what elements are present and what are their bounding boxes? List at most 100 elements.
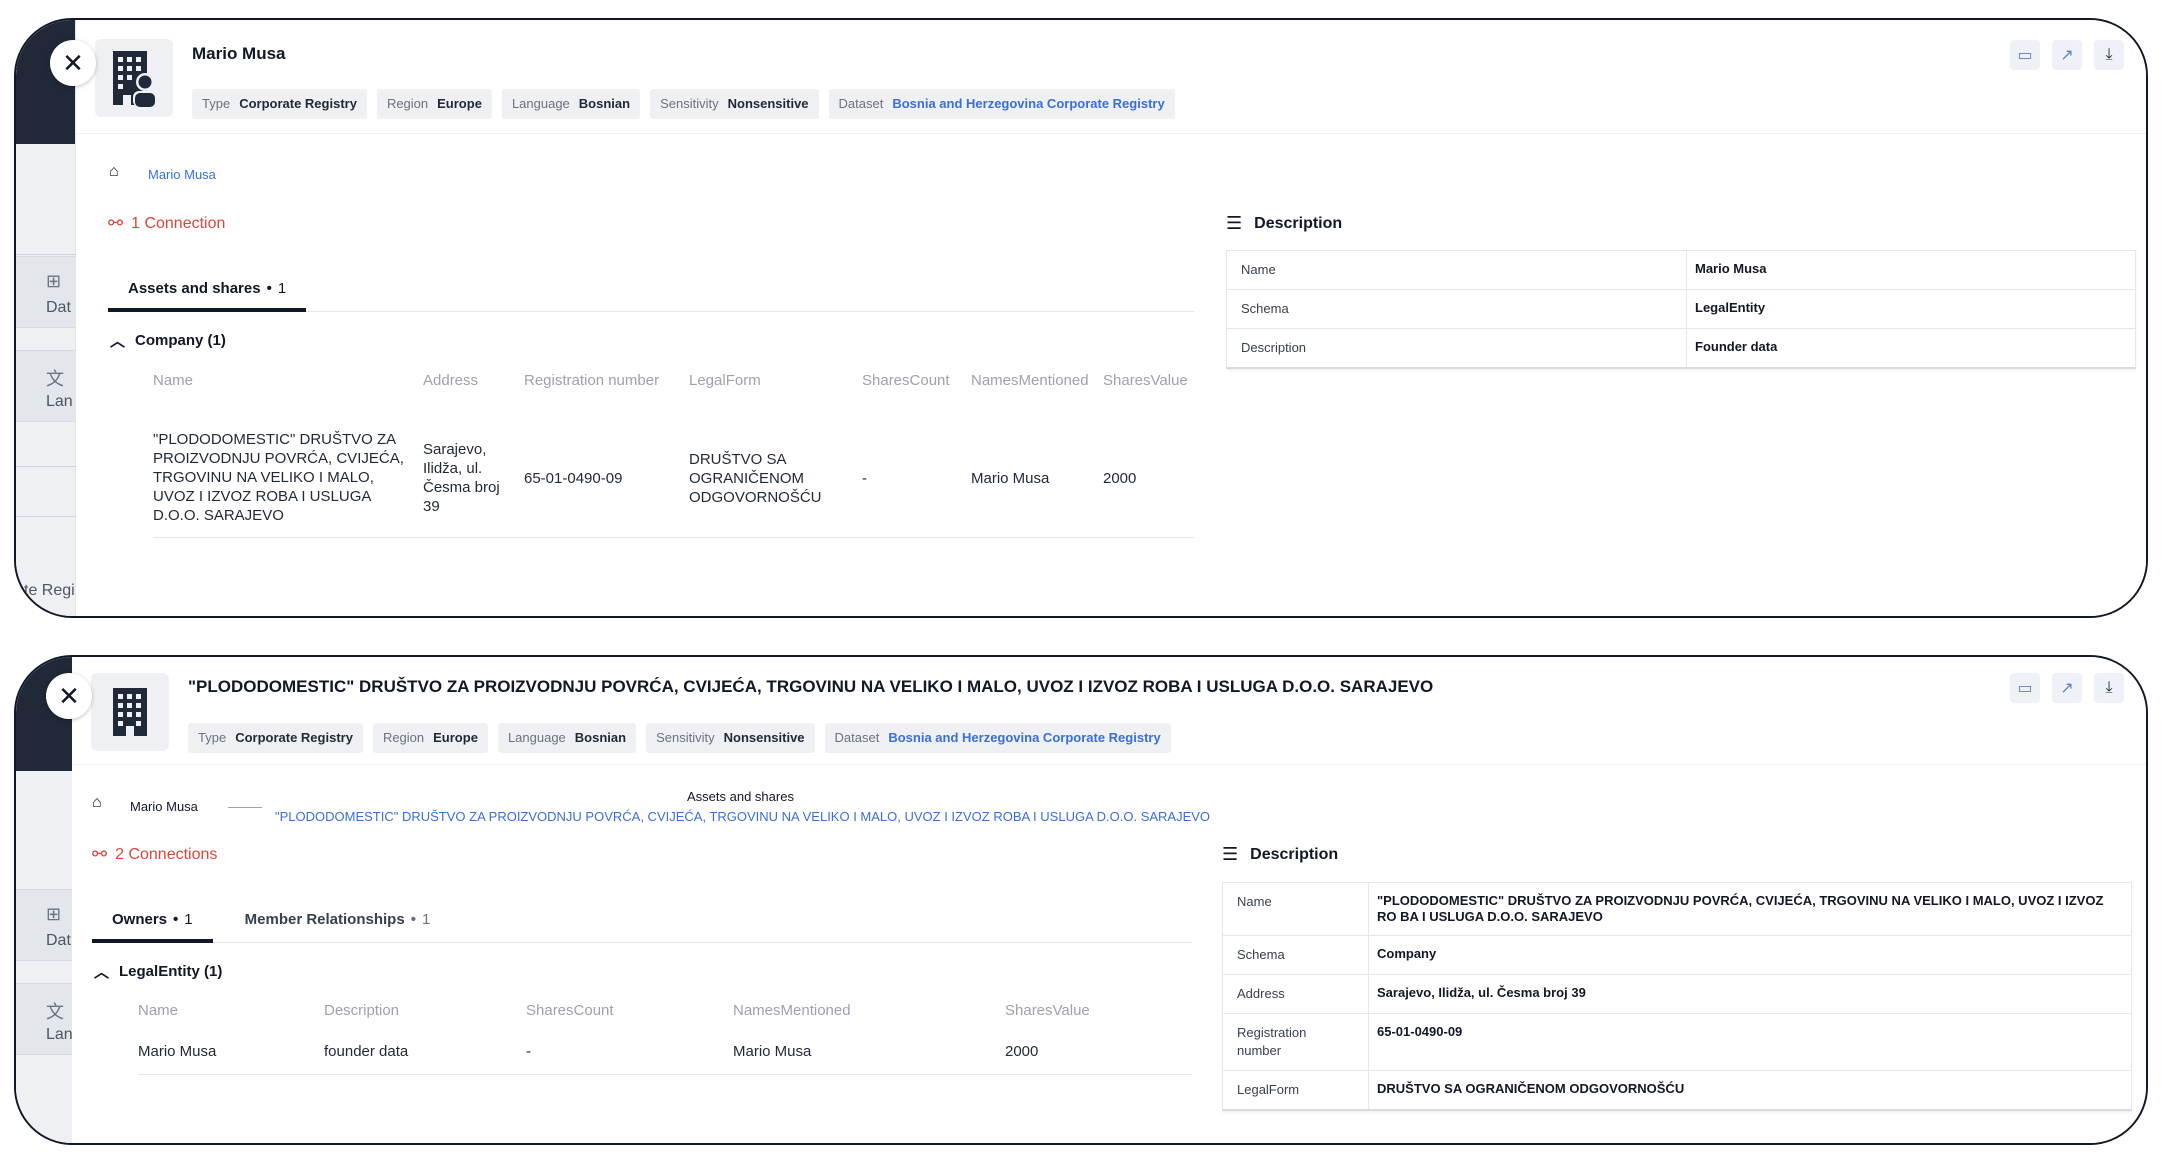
download-button[interactable]: ⤓	[2094, 40, 2124, 70]
description-heading: ☰ Description	[1222, 844, 1338, 865]
group-legalentity[interactable]: ︿ LegalEntity (1)	[94, 961, 222, 982]
tag-dataset[interactable]: Dataset Bosnia and Herzegovina Corporate …	[828, 89, 1175, 119]
connections-label: 2 Connections	[115, 845, 218, 863]
tag-value: Nonsensitive	[723, 730, 805, 745]
tag-value: Bosnian	[578, 96, 631, 111]
breadcrumb-current[interactable]: Mario Musa	[148, 167, 216, 182]
open-external-button[interactable]: ↗	[2052, 673, 2082, 703]
download-button[interactable]: ⤓	[2094, 673, 2124, 703]
tab-assets-and-shares[interactable]: Assets and shares • 1	[108, 270, 307, 312]
background-app: ⊞ Dat 文 Lan	[16, 657, 76, 1143]
description-key: Description	[1227, 329, 1687, 367]
description-key: Registration number	[1223, 1014, 1369, 1070]
entity-header: "PLODODOMESTIC" DRUŠTVO ZA PROIZVODNJU P…	[72, 657, 2146, 765]
column-header-legalform: LegalForm	[689, 372, 761, 389]
dataset-link[interactable]: Bosnia and Herzegovina Corporate Registr…	[892, 96, 1164, 111]
description-value: LegalEntity	[1695, 300, 1766, 315]
tag-sensitivity: Sensitivity Nonsensitive	[650, 89, 819, 119]
breadcrumb-relation: Assets and shares	[687, 789, 794, 804]
tag-value: Nonsensitive	[727, 96, 809, 111]
background-dataset-item[interactable]: ⊞ Dat	[16, 889, 76, 961]
background-divider	[16, 466, 76, 467]
background-language-item[interactable]: 文 Lan	[16, 983, 76, 1055]
column-header-namesmentioned: NamesMentioned	[971, 372, 1089, 389]
column-header-address: Address	[423, 372, 479, 389]
chevron-up-icon: ︿	[94, 964, 110, 981]
row-divider	[138, 1074, 1192, 1075]
breadcrumb-parent[interactable]: Mario Musa	[130, 799, 198, 814]
open-external-button[interactable]: ↗	[2052, 40, 2082, 70]
background-language-label: Lan	[46, 393, 73, 410]
description-title: Description	[1254, 214, 1343, 232]
cell-sharesvalue: 2000	[1103, 470, 1137, 487]
tab-label: Assets and shares	[128, 280, 261, 297]
book-icon: ▭	[2017, 680, 2033, 697]
column-header-sharesvalue: SharesValue	[1103, 372, 1188, 389]
tag-sensitivity: Sensitivity Nonsensitive	[646, 723, 815, 753]
tag-key: Region	[386, 96, 429, 111]
group-company[interactable]: ︿ Company (1)	[110, 330, 226, 351]
tag-region: Region Europe	[376, 89, 492, 119]
chevron-up-icon: ︿	[110, 333, 126, 350]
description-key: Schema	[1223, 936, 1369, 974]
description-row: LegalForm DRUŠTVO SA OGRANIČENOM ODGOVORN…	[1223, 1071, 2131, 1109]
background-dataset-item[interactable]: ⊞ Dat	[16, 256, 76, 328]
background-dataset-label: Dat	[46, 932, 71, 949]
arrow-up-right-icon: ↗	[2060, 680, 2074, 697]
tab-label: Owners	[112, 911, 168, 928]
entity-title: "PLODODOMESTIC" DRUŠTVO ZA PROIZVODNJU P…	[188, 677, 1434, 696]
dataset-link[interactable]: Bosnia and Herzegovina Corporate Registr…	[888, 730, 1160, 745]
tag-language: Language Bosnian	[497, 723, 637, 753]
tag-value: Europe	[433, 730, 478, 745]
cell-name: Mario Musa	[138, 1043, 217, 1060]
share-icon: ⚯	[108, 213, 124, 233]
connections-count: ⚯ 2 Connections	[92, 844, 217, 865]
description-key: Name	[1227, 251, 1687, 289]
diagram-icon: ⊞	[46, 904, 62, 924]
reader-view-button[interactable]: ▭	[2010, 40, 2040, 70]
entity-title: Mario Musa	[192, 44, 286, 63]
tag-type: Type Corporate Registry	[188, 723, 363, 753]
home-icon[interactable]: ⌂	[92, 794, 102, 812]
entity-tags: Type Corporate Registry Region Europe Lang…	[188, 723, 1171, 753]
book-icon: ▭	[2017, 47, 2033, 64]
header-actions: ▭ ↗ ⤓	[2010, 40, 2124, 70]
cell-registration: 65-01-0490-09	[524, 470, 623, 487]
tag-dataset[interactable]: Dataset Bosnia and Herzegovina Corporate …	[824, 723, 1171, 753]
tab-owners[interactable]: Owners • 1	[92, 901, 213, 943]
owners-table: Name Description SharesCount NamesMentio…	[138, 1002, 1192, 1082]
tag-type: Type Corporate Registry	[192, 89, 367, 119]
description-key: Schema	[1227, 290, 1687, 328]
entity-tags: Type Corporate Registry Region Europe Lang…	[192, 89, 1175, 119]
description-heading: ☰ Description	[1226, 213, 1342, 234]
cell-address: Sarajevo, Ilidža, ul. Česma broj 39	[423, 441, 500, 515]
tag-key: Language	[511, 96, 570, 111]
entity-header: Mario Musa Type Corporate Registry Region…	[76, 20, 2146, 134]
share-icon: ⚯	[92, 844, 108, 864]
description-row: Address Sarajevo, Ilidža, ul. Česma broj …	[1223, 975, 2131, 1014]
description-value: Mario Musa	[1695, 261, 1767, 276]
description-row: Schema Company	[1223, 936, 2131, 975]
background-divider	[16, 516, 76, 517]
breadcrumb-current[interactable]: "PLODODOMESTIC" DRUŠTVO ZA PROIZVODNJU P…	[275, 809, 1210, 824]
relationship-tabs: Assets and shares • 1	[108, 270, 1194, 312]
cell-name: "PLODODOMESTIC" DRUŠTVO ZA PROIZVODNJU P…	[153, 431, 404, 524]
close-button[interactable]: ✕	[50, 40, 96, 86]
tag-key: Sensitivity	[656, 730, 715, 745]
description-key: Name	[1223, 883, 1369, 935]
close-icon: ✕	[62, 47, 84, 78]
tag-value: Bosnian	[574, 730, 627, 745]
cell-namesmentioned: Mario Musa	[733, 1043, 812, 1060]
home-icon[interactable]: ⌂	[109, 163, 119, 181]
tag-value: Corporate Registry	[235, 730, 353, 745]
tab-member-relationships[interactable]: Member Relationships • 1	[225, 901, 451, 943]
background-language-item[interactable]: 文 Lan	[16, 350, 76, 422]
description-value: Founder data	[1695, 339, 1778, 354]
close-button[interactable]: ✕	[46, 673, 92, 719]
tab-count: 1	[421, 911, 431, 928]
group-label: LegalEntity (1)	[119, 963, 223, 980]
reader-view-button[interactable]: ▭	[2010, 673, 2040, 703]
description-value: Sarajevo, Ilidža, ul. Česma broj 39	[1377, 985, 1586, 1000]
description-table: Name Mario Musa Schema LegalEntity Descrip…	[1226, 250, 2136, 369]
description-row: Registration number 65-01-0490-09	[1223, 1014, 2131, 1071]
